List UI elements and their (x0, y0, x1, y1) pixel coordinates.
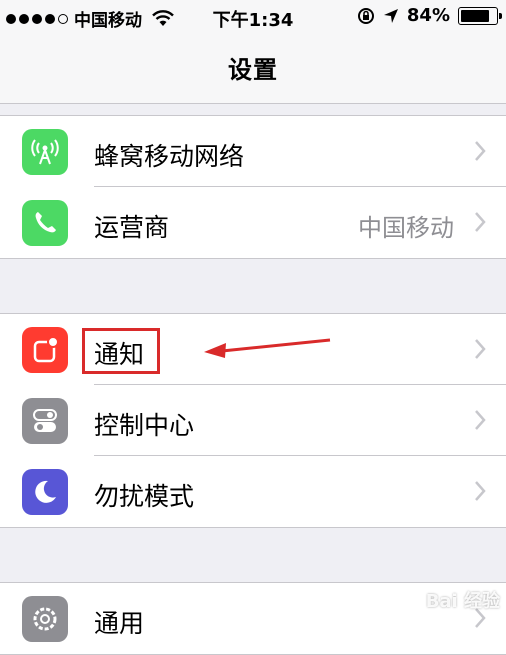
battery-percent: 84% (406, 5, 450, 26)
carrier-value: 中国移动 (358, 214, 454, 242)
notifications-icon (22, 327, 68, 373)
gear-icon (22, 596, 68, 642)
settings-row-label: 运营商 (94, 213, 170, 242)
annotation-highlight-box (82, 328, 160, 374)
settings-row-label: 勿扰模式 (94, 482, 195, 511)
phone-icon (22, 200, 68, 246)
chevron-right-icon (475, 410, 486, 430)
toggles-icon (22, 398, 68, 444)
top-bar: 中国移动 下午1:34 84% 设置 (0, 0, 506, 104)
rotation-lock-icon (357, 7, 374, 24)
battery-icon (458, 6, 502, 25)
chevron-right-icon (475, 481, 486, 501)
settings-group-network: 蜂窝移动网络 运营商 中国移动 (0, 115, 506, 259)
settings-row-label: 蜂窝移动网络 (94, 142, 245, 171)
settings-row-carrier[interactable]: 运营商 中国移动 (0, 187, 506, 258)
cellular-antenna-icon (22, 129, 68, 175)
chevron-right-icon (475, 212, 486, 232)
status-bar: 中国移动 下午1:34 84% (0, 0, 506, 34)
moon-icon (22, 469, 68, 515)
settings-row-label: 控制中心 (94, 411, 195, 440)
chevron-right-icon (475, 141, 486, 161)
watermark: Bai 经验 (425, 591, 500, 612)
settings-row-cellular[interactable]: 蜂窝移动网络 (0, 116, 506, 187)
settings-row-control-center[interactable]: 控制中心 (0, 385, 506, 456)
annotation-arrow-icon (204, 338, 331, 358)
chevron-right-icon (475, 339, 486, 359)
settings-row-do-not-disturb[interactable]: 勿扰模式 (0, 456, 506, 527)
location-arrow-icon (383, 8, 398, 23)
page-title: 设置 (228, 56, 278, 84)
settings-row-label: 通用 (94, 609, 145, 638)
